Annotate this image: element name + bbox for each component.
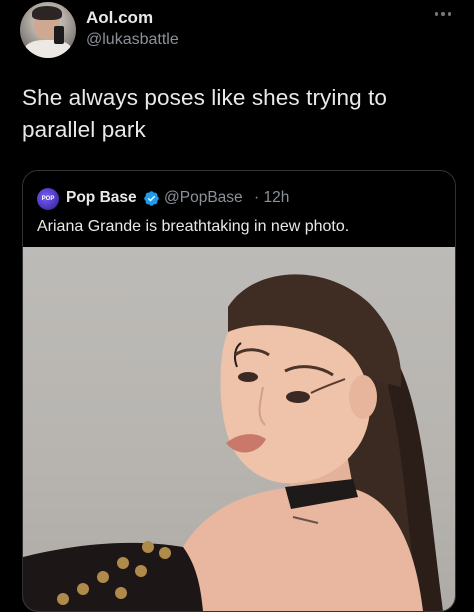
quoted-timestamp[interactable]: · 12h xyxy=(254,189,289,207)
tweet[interactable]: Aol.com @lukasbattle She always poses li… xyxy=(0,0,474,612)
avatar-shirt-shape xyxy=(24,40,72,58)
quoted-handle[interactable]: @PopBase xyxy=(164,189,243,207)
quoted-tweet-text: Ariana Grande is breathtaking in new pho… xyxy=(37,218,350,235)
tweet-text: She always poses like shes trying to par… xyxy=(22,85,388,142)
quoted-tweet-card[interactable]: POP Pop Base @PopBase · 12h Ariana Grand… xyxy=(22,170,456,612)
verified-badge-icon xyxy=(144,191,159,206)
avatar-hair-shape xyxy=(32,6,62,20)
quoted-avatar[interactable]: POP xyxy=(37,188,59,210)
more-horizontal-icon[interactable] xyxy=(432,7,454,21)
quoted-display-name[interactable]: Pop Base xyxy=(66,189,137,207)
photo-illustration xyxy=(23,274,443,611)
user-handle[interactable]: @lukasbattle xyxy=(86,31,179,49)
display-name[interactable]: Aol.com xyxy=(86,8,153,28)
user-avatar[interactable] xyxy=(20,2,76,58)
quoted-photo[interactable] xyxy=(23,247,455,611)
quoted-avatar-label: POP xyxy=(41,196,55,202)
avatar-phone-shape xyxy=(54,26,64,44)
